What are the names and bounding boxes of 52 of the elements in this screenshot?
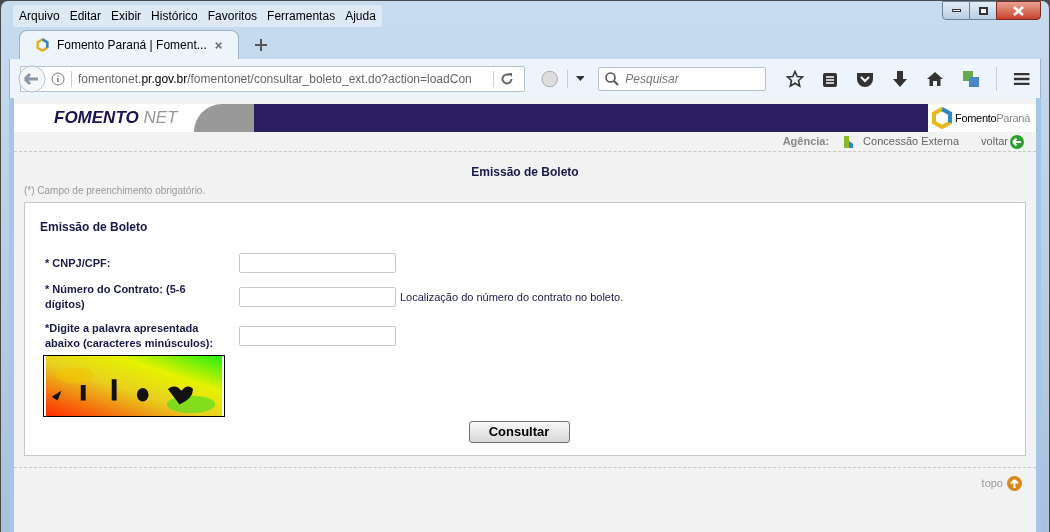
home-icon[interactable] [925,70,944,87]
agency-value: Concessão Externa [863,134,960,150]
dropdown-icon[interactable] [575,76,585,81]
info-icon[interactable] [51,71,65,86]
menu-icon[interactable] [1012,71,1030,86]
menu-item[interactable]: Favoritos [207,7,258,25]
up-arrow-icon[interactable] [1007,475,1022,491]
url-field[interactable]: fomentonet.pr.gov.br/fomentonet/consultar_boleto_ext.do?action=loadCon [20,65,526,92]
menu-item[interactable]: Histórico [151,7,198,25]
minimize-button[interactable] [942,1,970,20]
search-field[interactable]: Pesquisar [598,66,766,91]
input-field[interactable] [239,326,396,346]
required-note: (*) Campo de preenchimento obrigatório. [24,184,207,198]
menu-item[interactable]: Ferramentas [267,7,336,25]
hexagon-logo-icon [932,107,952,129]
menu-item[interactable]: Exibir [111,7,142,25]
input-field[interactable] [239,287,396,307]
agency-label: Agência: [782,134,830,150]
search-placeholder: Pesquisar [625,70,679,88]
field-hint: Localização do número do contrato no boleto. [400,289,624,305]
field-label: *Digite a palavra apresentada abaixo (caracteres minúsculos): [44,321,215,351]
banner-swoosh [194,104,254,132]
submit-button[interactable]: Consultar [468,421,570,443]
close-icon [1013,5,1024,16]
back-arrow-icon[interactable] [1010,134,1024,149]
search-icon [605,71,620,86]
tab-title: Fomento Paraná | Foment... [56,37,207,54]
field-label: * CNPJ/CPF: [44,255,112,271]
pocket-icon[interactable] [855,70,874,87]
input-field[interactable] [239,253,396,273]
page-title: Emissão de Boleto [470,164,580,181]
close-button[interactable] [996,1,1041,20]
new-tab-icon[interactable] [255,39,267,51]
back-icon[interactable] [18,64,46,93]
browser-tab[interactable]: Fomento Paraná | Foment... [19,30,239,59]
download-icon[interactable] [891,69,908,88]
agency-logo-icon [841,134,856,149]
field-label: * Número do Contrato: (5-6 dígitos) [44,282,187,312]
star-icon[interactable] [785,69,804,88]
reload-icon[interactable] [500,71,515,86]
menu-item[interactable]: Editar [69,7,102,25]
site-logo: FOMENTO NET [54,107,178,130]
url-text: fomentonet.pr.gov.br/fomentonet/consultar_boleto_ext.do?action=loadCon [78,70,473,88]
close-icon[interactable] [214,40,222,50]
menu-item[interactable]: Arquivo [19,7,60,25]
menu-item[interactable]: Ajuda [345,7,376,25]
form-title: Emissão de Boleto [40,219,149,236]
hexagon-logo-icon [36,37,49,53]
back-link[interactable]: voltar [981,133,1008,150]
brand-name: FomentoParaná [955,110,1030,126]
translate-icon[interactable] [961,69,980,88]
restore-button[interactable] [970,1,996,20]
